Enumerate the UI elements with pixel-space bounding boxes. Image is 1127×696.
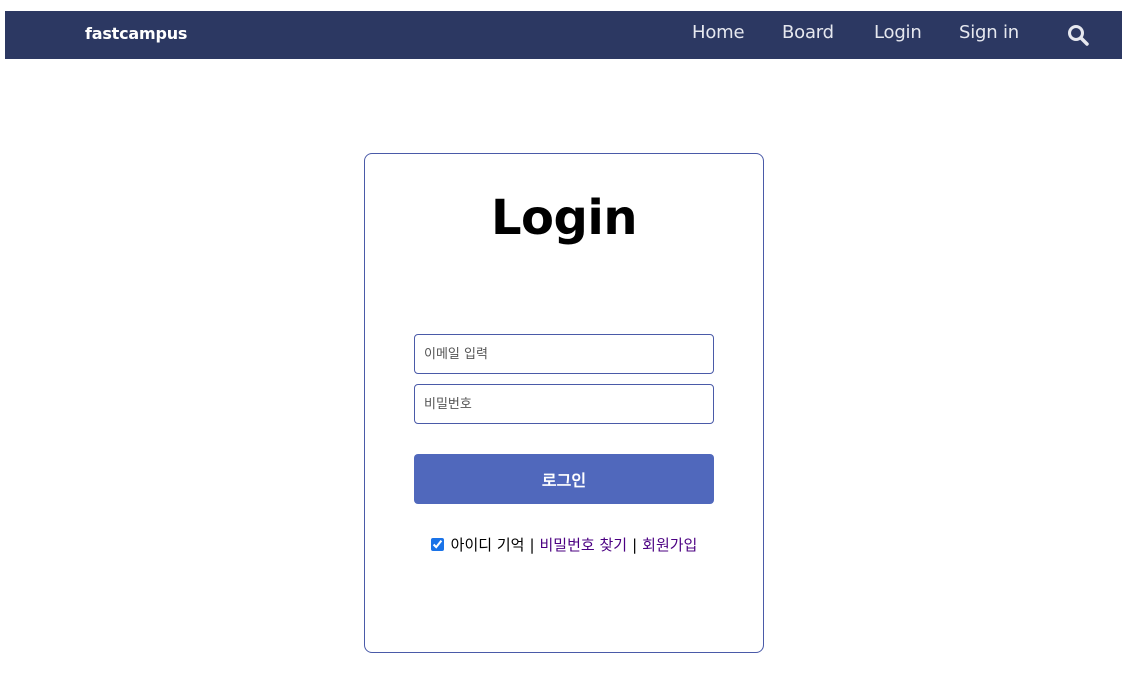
nav-links: Home Board Login Sign in — [5, 11, 1122, 59]
login-card: Login 로그인 아이디 기억 | 비밀번호 찾기 | 회원가입 — [364, 153, 764, 653]
login-options: 아이디 기억 | 비밀번호 찾기 | 회원가입 — [365, 534, 763, 555]
login-button[interactable]: 로그인 — [414, 454, 714, 504]
password-input[interactable] — [414, 384, 714, 424]
separator: | — [632, 535, 638, 554]
nav-home-link[interactable]: Home — [692, 22, 745, 43]
find-password-link[interactable]: 비밀번호 찾기 — [540, 534, 628, 555]
login-title: Login — [490, 190, 638, 246]
remember-id-label[interactable]: 아이디 기억 — [451, 534, 525, 555]
search-icon[interactable] — [1066, 23, 1090, 47]
nav-login-link[interactable]: Login — [874, 22, 922, 43]
remember-id-checkbox[interactable] — [430, 538, 444, 551]
nav-signin-link[interactable]: Sign in — [959, 22, 1019, 43]
signup-link[interactable]: 회원가입 — [642, 534, 697, 555]
nav-board-link[interactable]: Board — [782, 22, 834, 43]
email-input[interactable] — [414, 334, 714, 374]
top-navbar: fastcampus Home Board Login Sign in — [5, 11, 1122, 59]
separator: | — [529, 535, 535, 554]
